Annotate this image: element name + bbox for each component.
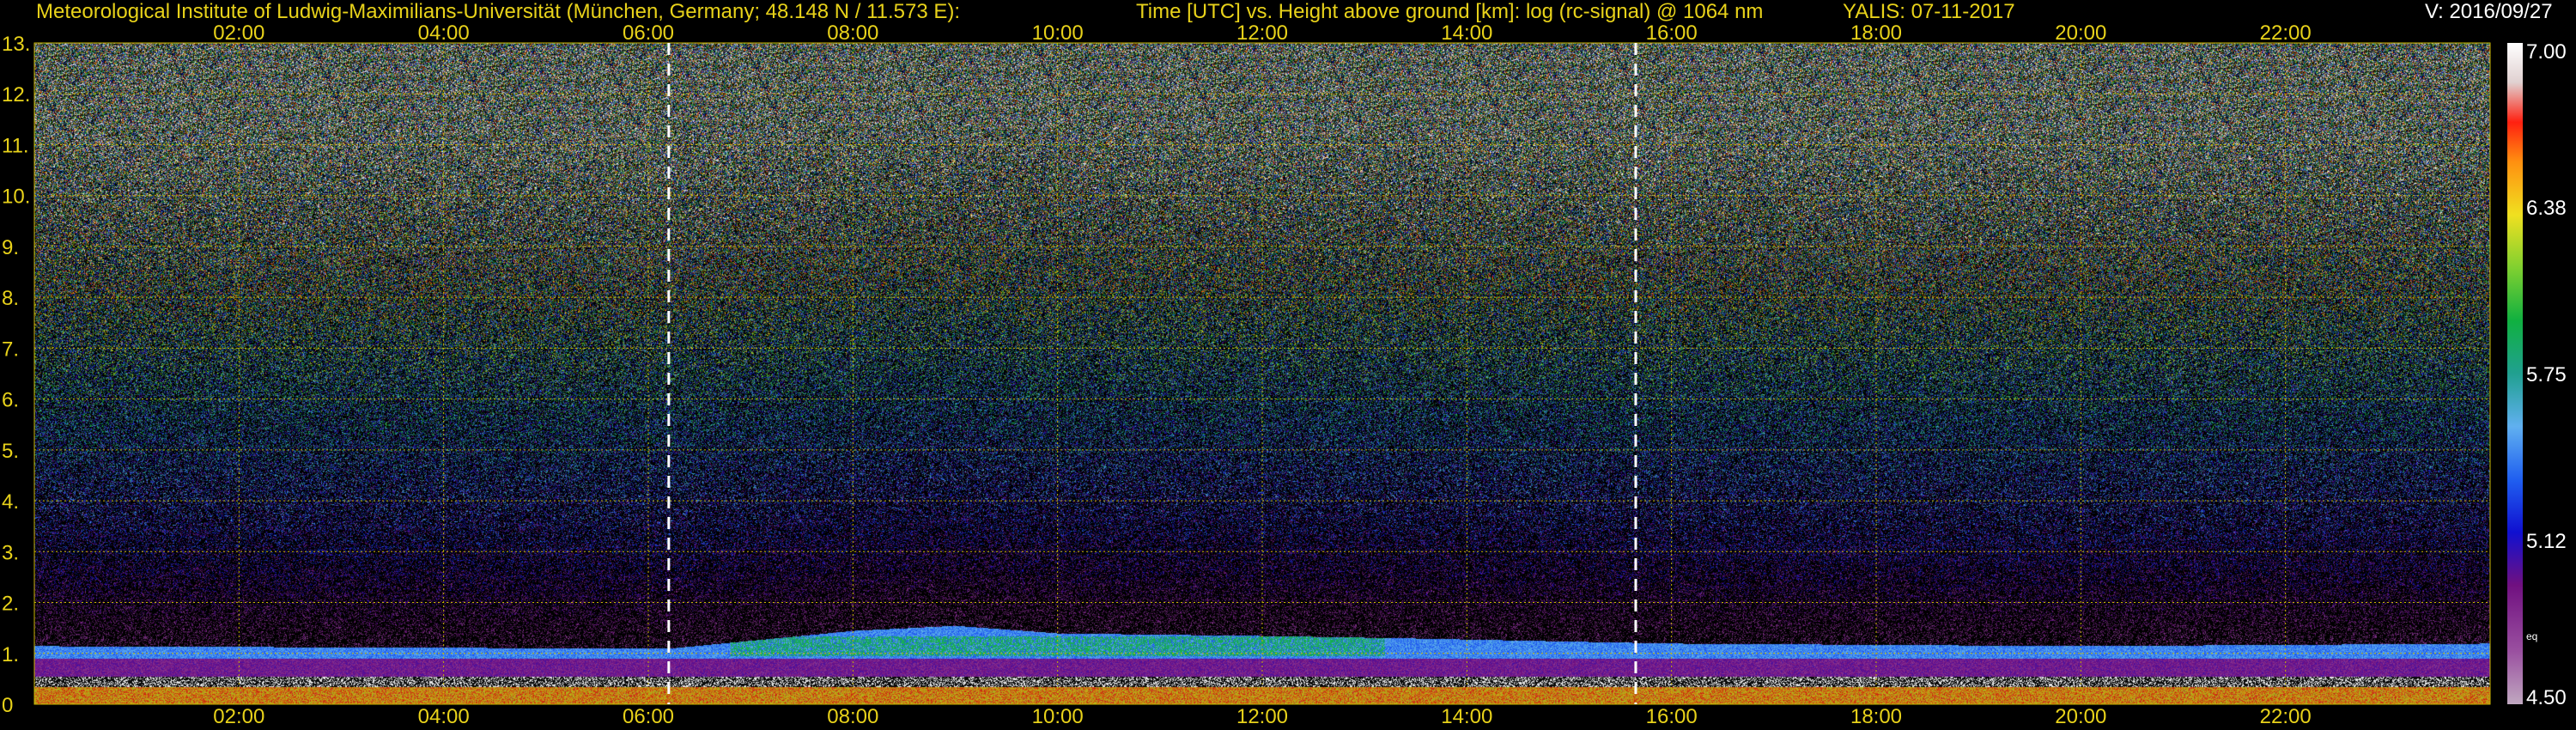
x-tick-bottom-6: 14:00 — [1441, 705, 1492, 728]
x-tick-bottom-8: 18:00 — [1850, 705, 1902, 728]
y-tick-4: 4. — [2, 490, 19, 514]
colorbar-label-4: 4.50 — [2526, 686, 2567, 709]
y-tick-8: 8. — [2, 287, 19, 310]
x-tick-bottom-2: 06:00 — [623, 705, 674, 728]
y-tick-5: 5. — [2, 440, 19, 463]
x-tick-top-0: 02:00 — [213, 21, 264, 45]
x-tick-top-9: 20:00 — [2055, 21, 2106, 45]
colorbar-label-0: 7.00 — [2526, 40, 2567, 64]
colorbar: 7.00 6.38 5.75 5.12 4.50 eq — [2507, 40, 2567, 709]
x-tick-top-8: 18:00 — [1850, 21, 1902, 45]
x-tick-top-2: 06:00 — [623, 21, 674, 45]
y-tick-11: 11. — [2, 134, 29, 157]
x-tick-bottom-5: 12:00 — [1236, 705, 1288, 728]
x-axis-bottom: 02:00 04:00 06:00 08:00 10:00 12:00 14:00 16:00… — [213, 705, 2311, 728]
x-tick-bottom-1: 04:00 — [418, 705, 470, 728]
x-tick-top-1: 04:00 — [418, 21, 470, 45]
x-tick-bottom-10: 22:00 — [2260, 705, 2312, 728]
y-tick-9: 9. — [2, 236, 19, 259]
x-tick-bottom-9: 20:00 — [2055, 705, 2106, 728]
y-tick-13: 13. — [2, 33, 30, 56]
colorbar-label-2: 5.75 — [2526, 363, 2567, 386]
y-tick-0: 0 — [2, 694, 13, 717]
x-tick-bottom-0: 02:00 — [213, 705, 264, 728]
dashed-time-markers — [667, 43, 1637, 704]
x-tick-top-5: 12:00 — [1236, 21, 1288, 45]
x-tick-top-10: 22:00 — [2260, 21, 2312, 45]
colorbar-extra-label: eq — [2526, 630, 2537, 642]
y-axis: 0 1. 2. 3. 4. 5. 6. 7. 8. 9. 10. 11. 12. 13. — [2, 33, 30, 717]
x-tick-bottom-3: 08:00 — [827, 705, 878, 728]
x-tick-bottom-4: 10:00 — [1032, 705, 1084, 728]
y-tick-6: 6. — [2, 389, 19, 412]
grid-lines — [33, 42, 2491, 705]
y-tick-10: 10. — [2, 186, 30, 209]
colorbar-gradient — [2507, 43, 2523, 704]
x-axis-top: 02:00 04:00 06:00 08:00 10:00 12:00 14:00 16:00… — [213, 21, 2311, 45]
colorbar-label-1: 6.38 — [2526, 197, 2567, 220]
x-tick-top-3: 08:00 — [827, 21, 878, 45]
x-tick-top-7: 16:00 — [1646, 21, 1698, 45]
y-tick-12: 12. — [2, 83, 30, 106]
y-tick-2: 2. — [2, 593, 19, 616]
x-tick-top-6: 14:00 — [1441, 21, 1492, 45]
colorbar-label-3: 5.12 — [2526, 530, 2567, 553]
y-tick-7: 7. — [2, 338, 19, 361]
y-tick-1: 1. — [2, 643, 19, 666]
x-tick-bottom-7: 16:00 — [1646, 705, 1698, 728]
chart-overlay: 02:00 04:00 06:00 08:00 10:00 12:00 14:00 16:00… — [2, 21, 2567, 728]
x-tick-top-4: 10:00 — [1032, 21, 1084, 45]
y-tick-3: 3. — [2, 541, 19, 564]
